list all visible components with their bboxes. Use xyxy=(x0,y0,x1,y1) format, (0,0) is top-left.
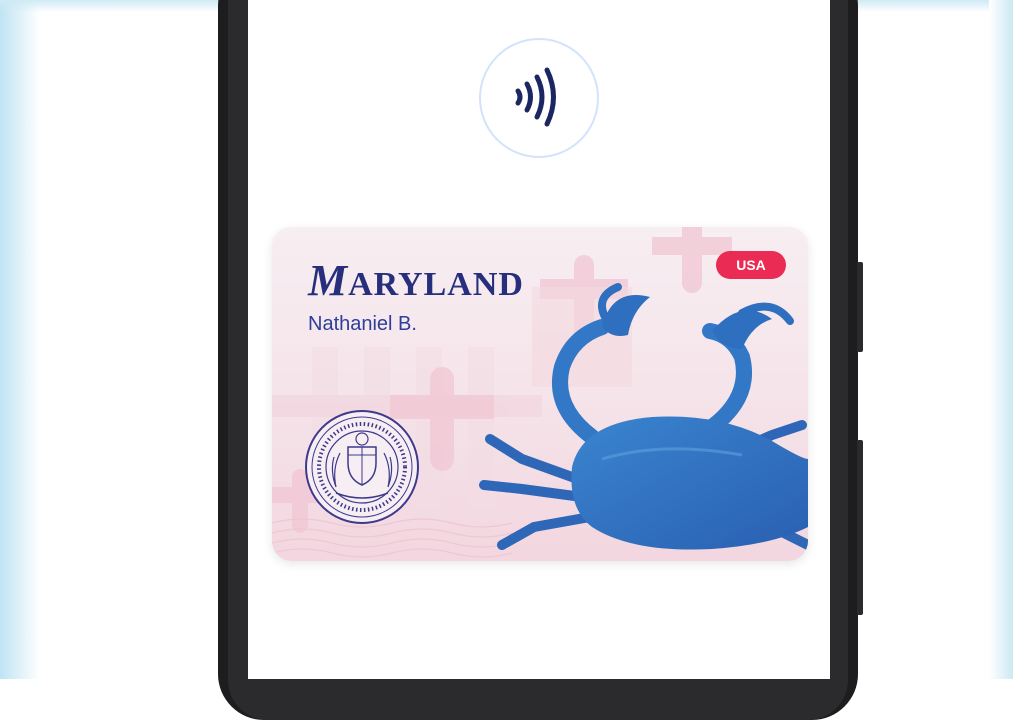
state-name: MARYLAND xyxy=(308,255,524,306)
nfc-tap-indicator xyxy=(479,38,599,158)
state-name-rest: ARYLAND xyxy=(348,266,524,303)
state-seal-icon xyxy=(305,410,419,524)
power-button xyxy=(857,440,863,615)
background-gradient-right xyxy=(989,0,1013,679)
contactless-icon xyxy=(515,67,556,127)
state-name-initial: M xyxy=(308,256,349,305)
card-holder-name: Nathaniel B. xyxy=(308,313,417,335)
volume-button xyxy=(857,262,863,352)
background-gradient-left xyxy=(0,0,40,679)
country-badge: USA xyxy=(716,251,786,279)
maryland-id-card[interactable]: MARYLAND Nathaniel B. USA xyxy=(272,227,808,561)
